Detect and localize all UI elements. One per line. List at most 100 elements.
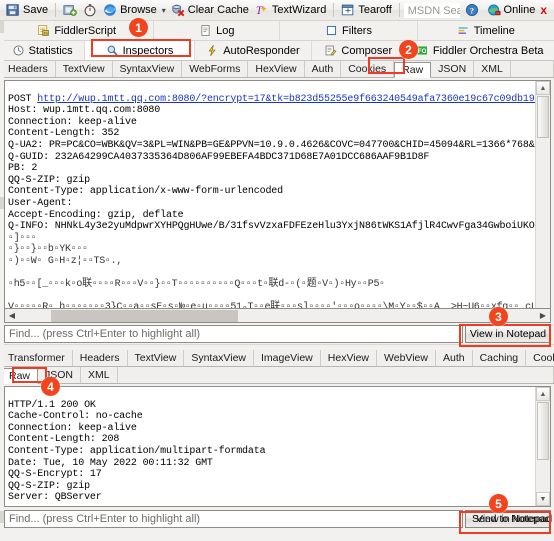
statistics-icon — [13, 45, 24, 56]
response-raw-text: HTTP/1.1 200 OK Cache-Control: no-cache … — [5, 387, 550, 506]
tab-fiddler-orchestra-label: Fiddler Orchestra Beta — [432, 44, 544, 57]
tab-timeline[interactable]: Timeline — [417, 21, 554, 40]
request-scroll-thumb[interactable] — [537, 96, 549, 138]
tab-timeline-label: Timeline — [473, 24, 515, 37]
response-view-in-notepad-button[interactable]: Send to Notepad View in Notepad — [465, 510, 553, 528]
request-subtab-cookies[interactable]: Cookies — [341, 61, 395, 77]
main-tab-row-2: Statistics Inspectors AutoResponder Comp… — [0, 41, 554, 60]
save-label: Save — [23, 4, 49, 16]
request-subtab-textview[interactable]: TextView — [56, 61, 113, 77]
response-subtab-transformer[interactable]: Transformer — [1, 350, 73, 366]
request-vertical-scrollbar[interactable]: ▲ — [535, 81, 550, 308]
request-scroll-right-button[interactable]: ▶ — [536, 310, 550, 322]
response-subtab-auth[interactable]: Auth — [436, 350, 473, 366]
fiddler-window: Save Browse ▾ Clear Cache T TextWizard T… — [0, 0, 554, 541]
msdn-search-input[interactable]: MSDN Search... — [403, 2, 460, 18]
request-horizontal-scrollbar[interactable]: ◀ ▶ — [4, 309, 551, 323]
tearoff-button[interactable]: Tearoff — [338, 1, 394, 20]
request-subtab-hexview[interactable]: HexView — [248, 61, 305, 77]
response-subtabs-row1: Transformer Headers TextView SyntaxView … — [0, 350, 554, 367]
response-subtab-webview[interactable]: WebView — [377, 350, 436, 366]
request-subtab-xml[interactable]: XML — [474, 61, 511, 77]
response-subtab-raw[interactable]: Raw — [1, 368, 39, 384]
request-body-line-4: ▫h5▫▫[_▫▫▫k▫o联▫▫▫▫R▫▫▫V▫▫}▫▫T▫▫▫▫▫▫▫▫▫▫Q… — [8, 279, 385, 291]
tab-log-label: Log — [216, 24, 235, 37]
annotation-badge-1: 1 — [129, 18, 148, 37]
svg-text:T: T — [256, 5, 263, 17]
request-subtab-headers[interactable]: Headers — [1, 61, 56, 77]
tab-filters[interactable]: Filters — [280, 21, 418, 40]
request-raw-text: POST http://wup.1mtt.qq.com:8080/?encryp… — [5, 81, 550, 308]
request-header-3: Q-UA2: PR=PC&CO=WBK&QV=3&PL=WIN&PB=GE&PP… — [8, 139, 550, 151]
response-subtab-imageview[interactable]: ImageView — [254, 350, 321, 366]
request-subtab-syntaxview[interactable]: SyntaxView — [113, 61, 183, 77]
tab-inspectors-label: Inspectors — [122, 44, 174, 57]
request-header-10: Q-INFO: NHNkL4y3e2yuMdpwrXYHPQgHUwe/B/31… — [8, 221, 550, 233]
browse-label: Browse — [120, 4, 157, 16]
response-subtab-xml[interactable]: XML — [81, 367, 118, 383]
left-edge-mark-3 — [0, 511, 4, 523]
close-icon[interactable]: x — [538, 3, 551, 17]
svg-text:JS: JS — [43, 31, 48, 36]
stopwatch-button[interactable] — [80, 1, 100, 20]
response-subtab-textview[interactable]: TextView — [128, 350, 185, 366]
main-tab-row-1: JS FiddlerScript Log Filters Timeline — [0, 21, 554, 41]
request-find-input[interactable]: Find... (press Ctrl+Enter to highlight a… — [4, 325, 463, 343]
response-raw-pane[interactable]: HTTP/1.1 200 OK Cache-Control: no-cache … — [4, 386, 551, 507]
clear-cache-label: Clear Cache — [187, 4, 249, 16]
response-scroll-thumb[interactable] — [537, 402, 549, 460]
response-subtab-headers[interactable]: Headers — [73, 350, 128, 366]
request-scroll-up-button[interactable]: ▲ — [536, 81, 550, 95]
tearoff-icon — [342, 4, 354, 16]
response-subtab-caching[interactable]: Caching — [473, 350, 527, 366]
toolbar-separator-3 — [398, 3, 400, 17]
filters-icon — [326, 25, 337, 36]
request-header-2: Content-Length: 352 — [8, 128, 120, 140]
tab-statistics[interactable]: Statistics — [0, 41, 86, 60]
svg-text:?: ? — [469, 7, 473, 16]
request-subtab-webforms[interactable]: WebForms — [182, 61, 249, 77]
camera-button[interactable] — [60, 1, 80, 20]
response-find-bar: Find... (press Ctrl+Enter to highlight a… — [4, 509, 553, 529]
request-hscroll-track[interactable] — [19, 309, 536, 322]
response-find-input[interactable]: Find... (press Ctrl+Enter to highlight a… — [4, 510, 463, 528]
request-header-6: QQ-S-ZIP: gzip — [8, 174, 90, 186]
response-scroll-up-button[interactable]: ▲ — [536, 387, 550, 401]
response-subtab-hexview[interactable]: HexView — [321, 350, 378, 366]
textwizard-label: TextWizard — [271, 4, 327, 16]
request-scroll-left-button[interactable]: ◀ — [5, 310, 19, 322]
online-button[interactable]: Online — [484, 1, 539, 20]
tab-composer[interactable]: Composer — [312, 41, 406, 60]
textwizard-button[interactable]: T TextWizard — [252, 1, 329, 20]
browse-button[interactable]: Browse — [100, 1, 160, 20]
tab-autoresponder[interactable]: AutoResponder — [194, 41, 313, 60]
request-header-9: Accept-Encoding: gzip, deflate — [8, 209, 184, 221]
response-subtab-syntaxview[interactable]: SyntaxView — [184, 350, 254, 366]
response-subtab-cookies[interactable]: Cookies — [526, 350, 554, 366]
request-subtab-json[interactable]: JSON — [431, 61, 475, 77]
request-hscroll-thumb[interactable] — [51, 309, 238, 322]
clear-cache-icon — [172, 4, 185, 17]
response-scroll-down-button[interactable]: ▼ — [536, 492, 550, 506]
response-header-6: QQ-S-Encrypt: 17 — [8, 469, 102, 481]
request-find-bar: Find... (press Ctrl+Enter to highlight a… — [4, 324, 551, 344]
request-raw-pane[interactable]: POST http://wup.1mtt.qq.com:8080/?encryp… — [4, 80, 551, 309]
help-button[interactable]: ? — [460, 1, 484, 20]
request-header-8: User-Agent: — [8, 197, 73, 209]
save-button[interactable]: Save — [3, 1, 51, 20]
clear-cache-button[interactable]: Clear Cache — [168, 1, 252, 20]
response-view-in-notepad-label: View in Notepad — [476, 513, 553, 525]
request-view-in-notepad-button[interactable]: View in Notepad — [465, 325, 551, 343]
browse-dropdown-arrow[interactable]: ▾ — [160, 6, 168, 15]
composer-icon — [326, 45, 337, 56]
request-header-4: Q-GUID: 232A64299CA4037335364D806AF99EBE… — [8, 151, 430, 163]
response-vertical-scrollbar[interactable]: ▲ ▼ — [535, 387, 550, 506]
tab-log[interactable]: Log — [154, 21, 281, 40]
request-subtab-auth[interactable]: Auth — [305, 61, 342, 77]
tab-fiddler-orchestra[interactable]: FO Fiddler Orchestra Beta — [405, 41, 554, 60]
response-header-4: Content-Type: application/multipart-form… — [8, 445, 266, 457]
request-url[interactable]: http://wup.1mtt.qq.com:8080/?encrypt=17&… — [37, 94, 546, 105]
request-method: POST — [8, 93, 38, 105]
tab-inspectors[interactable]: Inspectors — [85, 41, 195, 60]
request-subtab-raw[interactable]: Raw — [394, 62, 432, 78]
